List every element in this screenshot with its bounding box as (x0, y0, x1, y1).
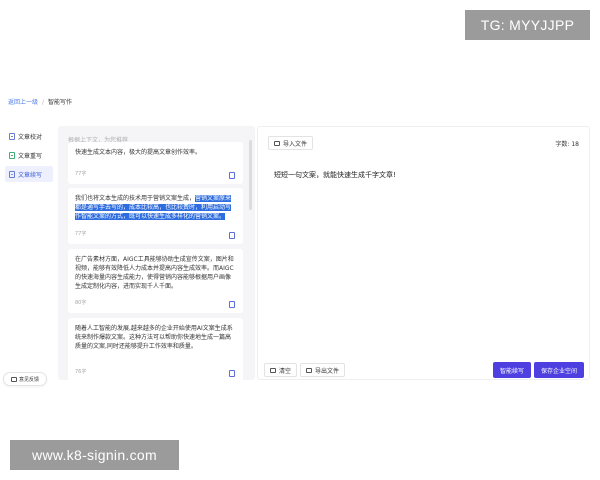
editor-panel: 导入文件 字数: 18 短短一句文案，就能快速生成千字文章! 清空 导出文件 智… (257, 126, 590, 380)
editor-content[interactable]: 短短一句文案，就能快速生成千字文章! (274, 170, 396, 180)
doc-check-icon (9, 132, 15, 140)
breadcrumb-current: 智能写作 (48, 99, 73, 106)
sidebar-item-label: 文章续写 (18, 171, 43, 179)
suggestion-text: 我们也将文本生成的技术用于营销文案生成，营销文案原来都是通写手去写的，成本比较高… (75, 194, 236, 221)
insert-doc-icon[interactable] (229, 301, 235, 308)
feedback-icon (10, 376, 17, 382)
breadcrumb-separator: / (42, 99, 45, 106)
feedback-label: 意见反馈 (18, 376, 39, 383)
suggestion-text: 在广告素材方面，AIGC工具能够协助生成宣传文案，图片和视频，能够有效降低人力成… (75, 256, 234, 290)
insert-doc-icon[interactable] (229, 370, 235, 377)
breadcrumb: 返回上一级 / 智能写作 (8, 98, 72, 108)
suggestion-card[interactable]: 随着人工智能的发展,越来越多的企业开始使用AI文案生成系统来制作爆款文案。这种方… (68, 318, 243, 380)
suggestion-count: 77字 (75, 171, 87, 177)
sidebar-menu: 文章校对 文章重写 文章续写 (5, 128, 53, 185)
feedback-button[interactable]: 意见反馈 (3, 372, 47, 386)
import-file-label: 导入文件 (283, 140, 308, 148)
export-file-button[interactable]: 导出文件 (300, 363, 346, 377)
suggestion-text: 快速生成文本内容，极大的提高文章创作效率。 (75, 149, 202, 156)
insert-doc-icon[interactable] (229, 172, 235, 179)
doc-rewrite-icon (9, 151, 15, 159)
import-file-button[interactable]: 导入文件 (268, 136, 314, 150)
watermark-bottom: www.k8-signin.com (10, 440, 179, 470)
smart-continue-button[interactable]: 智能续写 (493, 362, 532, 378)
sidebar-item-rewrite[interactable]: 文章重写 (5, 147, 53, 163)
trash-icon (270, 367, 276, 373)
suggestion-card[interactable]: 快速生成文本内容，极大的提高文章创作效率。 77字 (68, 142, 243, 184)
watermark-top: TG: MYYJJPP (465, 10, 590, 40)
sidebar-item-continue[interactable]: 文章续写 (5, 166, 53, 182)
suggestion-scrollbar[interactable] (249, 140, 252, 210)
page: TG: MYYJJPP 返回上一级 / 智能写作 文章校对 文章重写 文章续写 … (0, 0, 600, 480)
clear-button[interactable]: 清空 (264, 363, 298, 377)
suggestion-card[interactable]: 我们也将文本生成的技术用于营销文案生成，营销文案原来都是通写手去写的，成本比较高… (68, 188, 243, 244)
sidebar-item-label: 文章重写 (18, 152, 43, 160)
doc-continue-icon (9, 170, 15, 178)
sidebar-item-proofread[interactable]: 文章校对 (5, 128, 53, 144)
export-file-label: 导出文件 (315, 367, 340, 375)
suggestion-panel: 根据上下文，为您推荐 快速生成文本内容，极大的提高文章创作效率。 77字 我们也… (58, 126, 255, 380)
suggestion-count: 77字 (75, 231, 87, 237)
clear-label: 清空 (279, 367, 292, 375)
folder-icon (274, 140, 280, 146)
suggestion-card[interactable]: 在广告素材方面，AIGC工具能够协助生成宣传文案，图片和视频，能够有效降低人力成… (68, 249, 243, 313)
word-count: 字数: 18 (555, 141, 579, 148)
insert-doc-icon[interactable] (229, 232, 235, 239)
breadcrumb-back-link[interactable]: 返回上一级 (8, 98, 38, 108)
sidebar-item-label: 文章校对 (18, 133, 43, 141)
suggestion-text: 随着人工智能的发展,越来越多的企业开始使用AI文案生成系统来制作爆款文案。这种方… (75, 325, 233, 350)
suggestion-count: 80字 (75, 300, 87, 306)
suggestion-count: 76字 (75, 369, 87, 375)
save-enterprise-button[interactable]: 保存企业空间 (534, 362, 585, 378)
folder-export-icon (306, 367, 312, 373)
suggestion-text-plain: 我们也将文本生成的技术用于营销文案生成， (75, 195, 196, 202)
